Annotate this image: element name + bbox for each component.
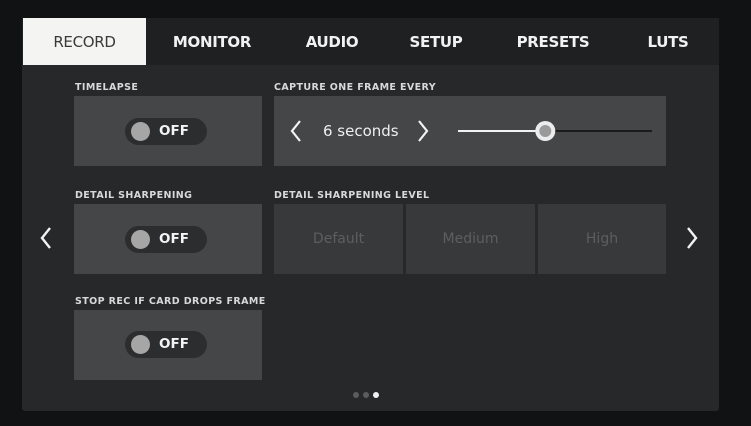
detail-sharpening-tile: OFF	[74, 204, 262, 274]
tab-setup[interactable]: SETUP	[386, 18, 486, 65]
toggle-state-text: OFF	[159, 336, 189, 352]
chevron-right-icon[interactable]	[416, 119, 430, 143]
prev-page-chevron-icon[interactable]	[38, 225, 54, 251]
tab-bar: RECORD MONITOR AUDIO SETUP PRESETS LUTS	[22, 18, 719, 65]
detail-sharpening-toggle[interactable]: OFF	[125, 226, 207, 253]
page-dot-2[interactable]	[363, 392, 369, 398]
record-settings-screen: RECORD MONITOR AUDIO SETUP PRESETS LUTS …	[22, 18, 719, 411]
interval-slider[interactable]	[456, 118, 656, 144]
capture-interval-value: 6 seconds	[323, 122, 399, 140]
toggle-knob	[131, 335, 150, 354]
chevron-left-icon[interactable]	[289, 119, 303, 143]
capture-interval-tile: 6 seconds	[274, 96, 666, 166]
tab-record[interactable]: RECORD	[23, 18, 146, 65]
detail-sharpening-label: DETAIL SHARPENING	[75, 190, 193, 201]
toggle-knob	[131, 230, 150, 249]
stop-rec-label: STOP REC IF CARD DROPS FRAME	[75, 296, 266, 307]
tab-audio[interactable]: AUDIO	[278, 18, 386, 65]
sharpening-level-high[interactable]: High	[538, 204, 666, 274]
slider-knob-center	[539, 125, 552, 137]
capture-interval-label: CAPTURE ONE FRAME EVERY	[274, 82, 437, 93]
page-dot-1[interactable]	[353, 392, 359, 398]
toggle-state-text: OFF	[159, 123, 189, 139]
stop-rec-toggle[interactable]: OFF	[125, 331, 207, 358]
sharpening-level-label: DETAIL SHARPENING LEVEL	[274, 190, 430, 201]
toggle-state-text: OFF	[159, 231, 189, 247]
tab-presets[interactable]: PRESETS	[486, 18, 620, 65]
timelapse-label: TIMELAPSE	[75, 82, 139, 93]
page-dot-3[interactable]	[373, 392, 379, 398]
sharpening-level-medium[interactable]: Medium	[406, 204, 535, 274]
toggle-knob	[131, 122, 150, 141]
stop-rec-tile: OFF	[74, 310, 262, 380]
next-page-chevron-icon[interactable]	[684, 225, 700, 251]
sharpening-level-default[interactable]: Default	[274, 204, 403, 274]
tab-monitor[interactable]: MONITOR	[146, 18, 278, 65]
tab-luts[interactable]: LUTS	[620, 18, 716, 65]
timelapse-tile: OFF	[74, 96, 262, 166]
timelapse-toggle[interactable]: OFF	[125, 118, 207, 145]
